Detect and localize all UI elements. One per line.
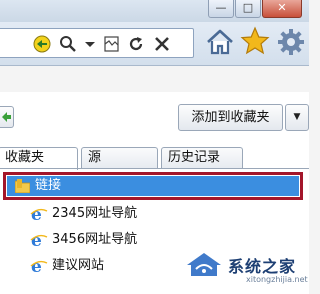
address-bar xyxy=(0,22,309,66)
ie-page-icon: e xyxy=(30,257,48,275)
close-window-button[interactable]: ✕ xyxy=(262,0,302,18)
stop-icon[interactable] xyxy=(153,35,171,53)
maximize-icon: □ xyxy=(242,1,254,14)
svg-text:e: e xyxy=(31,257,42,275)
watermark-text: 系统之家 xyxy=(228,257,297,276)
minimize-button[interactable]: — xyxy=(208,0,234,18)
tab-favorites[interactable]: 收藏夹 xyxy=(0,147,78,170)
folder-icon xyxy=(15,179,30,193)
tools-gear-icon[interactable] xyxy=(276,27,306,57)
tab-feeds[interactable]: 源 xyxy=(81,147,158,169)
add-to-favorites-button[interactable]: 添加到收藏夹 xyxy=(178,104,283,131)
add-to-favorites-dropdown[interactable]: ▼ xyxy=(285,104,309,131)
home-icon[interactable] xyxy=(205,27,235,57)
minimize-icon: — xyxy=(215,1,227,14)
favorites-star-icon[interactable] xyxy=(240,26,270,56)
compat-view-icon[interactable] xyxy=(103,35,121,53)
compatibility-icon[interactable] xyxy=(33,35,51,53)
folder-links-row[interactable]: 链接 xyxy=(3,172,303,200)
favorite-item-label: 建议网站 xyxy=(52,258,105,273)
svg-text:e: e xyxy=(31,205,42,223)
ie-page-icon: e xyxy=(30,231,48,249)
favorite-item-label: 2345网址导航 xyxy=(52,206,138,221)
title-bar: — □ ✕ xyxy=(0,0,309,22)
address-input[interactable] xyxy=(0,28,194,58)
svg-text:e: e xyxy=(31,231,42,249)
favorite-item-label: 3456网址导航 xyxy=(52,232,138,247)
search-icon[interactable] xyxy=(59,35,77,53)
tabs-divider xyxy=(0,168,309,169)
refresh-icon[interactable] xyxy=(127,35,145,53)
tab-history[interactable]: 历史记录 xyxy=(161,147,243,169)
maximize-button[interactable]: □ xyxy=(235,0,261,18)
pin-favorites-center-button[interactable] xyxy=(0,106,14,128)
ie-page-icon: e xyxy=(30,205,48,223)
close-icon: ✕ xyxy=(277,1,287,14)
watermark-logo-icon xyxy=(187,253,221,276)
watermark-url: xitongzhijia.net xyxy=(246,275,308,284)
dropdown-arrow-icon[interactable] xyxy=(81,35,99,53)
folder-links-label: 链接 xyxy=(35,178,62,193)
pin-arrow-icon xyxy=(2,112,11,122)
favorite-item[interactable]: e 2345网址导航 xyxy=(30,204,230,224)
